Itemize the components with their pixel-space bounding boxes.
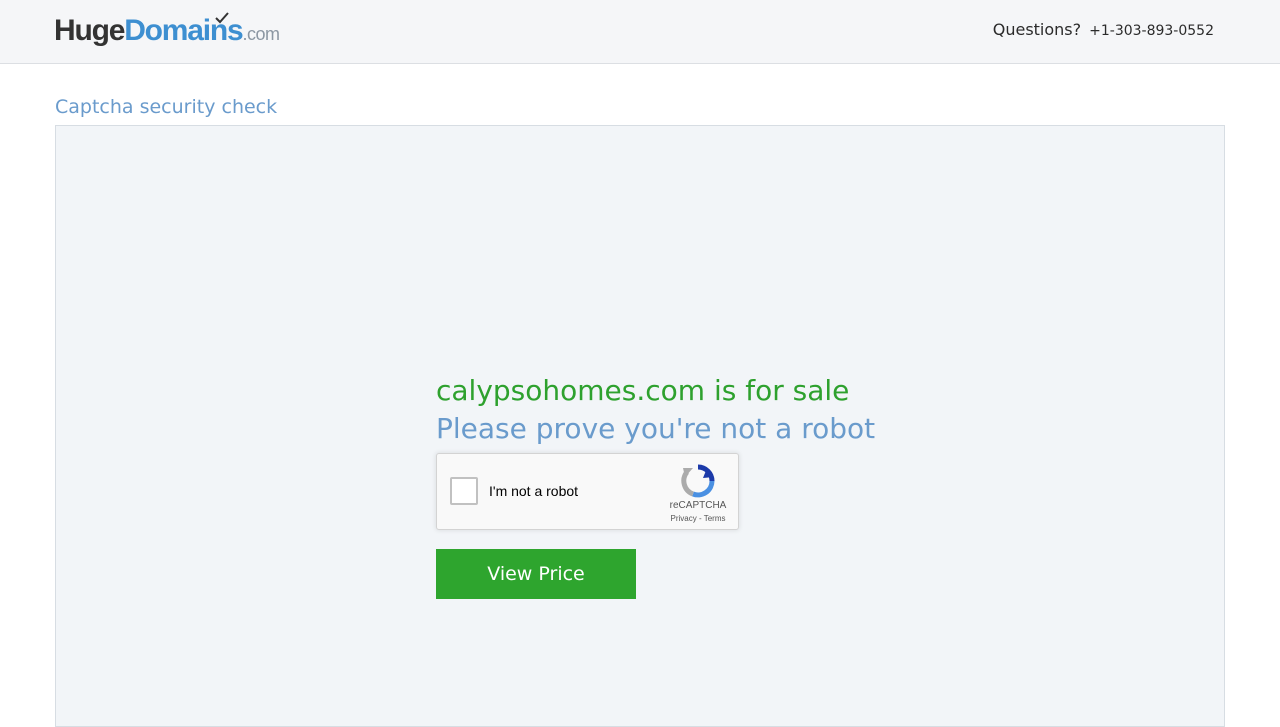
logo-huge-text: Huge xyxy=(54,14,125,47)
domain-for-sale-heading: calypsohomes.com is for sale xyxy=(436,374,850,407)
checkmark-icon xyxy=(215,12,229,24)
site-header: HugeDomains.com Questions? +1-303-893-055… xyxy=(0,0,1280,64)
questions-label: Questions? xyxy=(992,20,1082,39)
contact-info: Questions? +1-303-893-0552 xyxy=(993,20,1214,39)
recaptcha-brand: reCAPTCHA xyxy=(669,500,727,511)
phone-number[interactable]: +1-303-893-0552 xyxy=(1089,23,1214,39)
recaptcha-terms-link[interactable]: Terms xyxy=(704,514,726,523)
recaptcha-links: Privacy - Terms xyxy=(664,514,732,523)
recaptcha-privacy-link[interactable]: Privacy xyxy=(671,514,697,523)
logo-dotcom-text: .com xyxy=(242,24,281,44)
recaptcha-checkbox[interactable] xyxy=(450,477,478,505)
recaptcha-link-separator: - xyxy=(696,514,704,523)
view-price-button[interactable]: View Price xyxy=(436,549,636,599)
recaptcha-label: I'm not a robot xyxy=(489,483,579,499)
prove-not-robot-heading: Please prove you're not a robot xyxy=(436,412,876,445)
hugedomains-logo[interactable]: HugeDomains.com xyxy=(54,12,281,50)
page-title: Captcha security check xyxy=(55,96,278,118)
recaptcha-logo-icon xyxy=(681,464,715,498)
recaptcha-widget: I'm not a robot reCAPTCHA Privacy - Term… xyxy=(436,453,739,530)
